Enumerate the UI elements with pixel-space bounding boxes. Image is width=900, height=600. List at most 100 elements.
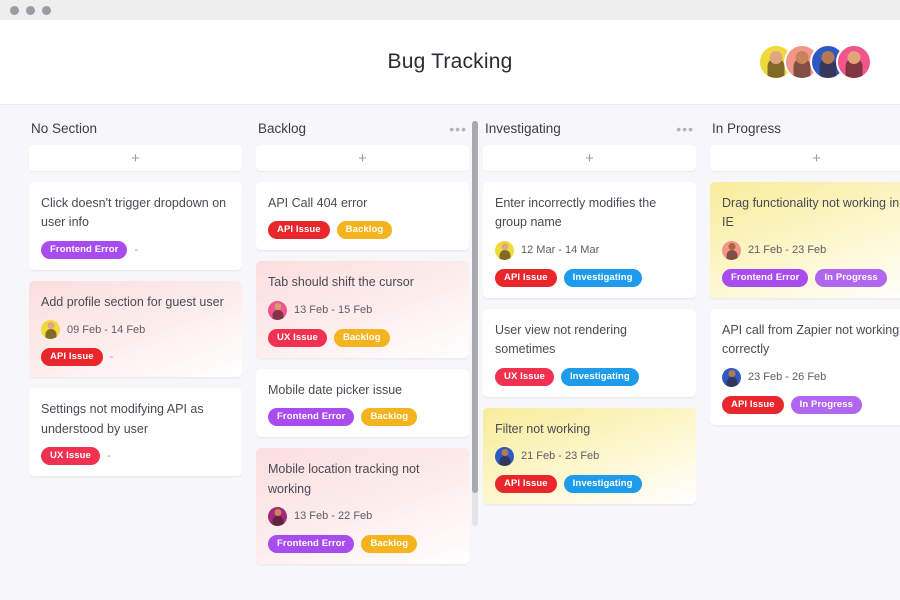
task-card-tags: UX Issue Backlog <box>268 328 457 347</box>
task-card-title: Mobile date picker issue <box>268 382 403 397</box>
assignee-avatar[interactable] <box>41 320 60 340</box>
task-card-title: Settings not modifying API as understood… <box>41 402 204 436</box>
task-tag-placeholder: - <box>109 351 114 364</box>
task-tag[interactable]: Backlog <box>361 408 418 427</box>
assignee-avatar[interactable] <box>268 300 287 320</box>
task-tag[interactable]: Investigating <box>563 268 642 287</box>
assignee-avatar[interactable] <box>495 446 514 466</box>
task-tag[interactable]: API Issue <box>41 348 103 367</box>
avatar[interactable] <box>836 44 872 80</box>
column-title: No Section <box>31 121 98 136</box>
window-minimize-dot[interactable] <box>10 5 19 15</box>
task-card-title: Tab should shift the cursor <box>268 275 414 290</box>
column-title: Backlog <box>258 121 307 136</box>
task-tag-placeholder: - <box>106 449 111 462</box>
board-columns: No Section + Click doesn't trigger dropdow… <box>0 105 900 600</box>
task-card-meta: 21 Feb - 23 Feb <box>495 446 684 466</box>
window-maximize-dot[interactable] <box>26 5 35 15</box>
assignee-avatar[interactable] <box>268 506 287 526</box>
assignee-avatar-head <box>728 242 735 250</box>
task-card-tags: Frontend Error Backlog <box>268 408 457 427</box>
task-tag-placeholder: - <box>134 243 139 256</box>
avatar-head <box>795 51 809 64</box>
task-tag[interactable]: In Progress <box>790 395 863 414</box>
assignee-avatar[interactable] <box>722 367 741 387</box>
task-tag[interactable]: Frontend Error <box>268 408 355 427</box>
task-card-date-range: 13 Feb - 15 Feb <box>294 304 373 317</box>
window-close-dot[interactable] <box>42 5 51 15</box>
task-tag[interactable]: API Issue <box>722 395 784 414</box>
assignee-avatar-body <box>726 249 737 260</box>
task-card-tags: API Issue Backlog <box>268 221 457 240</box>
task-card[interactable]: API call from Zapier not working correct… <box>710 308 900 425</box>
card-list: Click doesn't trigger dropdown on user i… <box>29 182 242 487</box>
assignee-avatar[interactable] <box>722 240 741 260</box>
task-tag[interactable]: In Progress <box>815 268 887 287</box>
window-titlebar <box>0 0 900 20</box>
task-card[interactable]: Settings not modifying API as understood… <box>29 388 242 476</box>
task-tag[interactable]: Investigating <box>560 367 639 386</box>
task-card-tags: UX Issue - <box>41 446 230 465</box>
task-tag[interactable]: UX Issue <box>268 328 327 347</box>
task-card-meta: 21 Feb - 23 Feb <box>722 240 900 260</box>
board-column-in-progress: In Progress•••+ Drag functionality not wo… <box>710 121 900 600</box>
column-scrollbar[interactable] <box>472 121 478 526</box>
column-scrollbar-thumb[interactable] <box>472 121 478 493</box>
task-card[interactable]: API Call 404 error API Issue Backlog <box>256 182 469 251</box>
task-card-title: API Call 404 error <box>268 196 368 210</box>
avatar-head <box>769 51 783 64</box>
task-tag[interactable]: UX Issue <box>495 367 554 386</box>
add-card-button[interactable]: + <box>256 145 469 171</box>
task-card-meta: 13 Feb - 22 Feb <box>268 506 457 526</box>
task-card-date-range: 23 Feb - 26 Feb <box>748 371 827 383</box>
task-card-tags: API Issue Investigating <box>495 474 684 493</box>
task-tag[interactable]: Frontend Error <box>722 268 809 287</box>
task-tag[interactable]: Frontend Error <box>41 240 128 259</box>
task-card-meta: 23 Feb - 26 Feb <box>722 367 900 387</box>
kanban-app: Bug Tracking No Section + Click doesn't tr… <box>0 0 900 600</box>
task-card-tags: Frontend Error - <box>41 240 230 259</box>
avatar-head <box>821 51 835 64</box>
task-card[interactable]: Drag functionality not working in IE 21 F… <box>710 182 900 298</box>
column-more-options-icon[interactable]: ••• <box>676 122 694 136</box>
board-column-backlog: Backlog ••• + API Call 404 error API Issue Ba… <box>256 121 478 600</box>
assignee-avatar-head <box>274 302 281 310</box>
task-tag[interactable]: API Issue <box>495 474 557 493</box>
column-more-options-icon[interactable]: ••• <box>449 122 467 136</box>
task-card-tags: Frontend Error Backlog <box>268 534 457 553</box>
task-tag[interactable]: UX Issue <box>41 446 100 465</box>
task-card-date-range: 09 Feb - 14 Feb <box>67 323 146 336</box>
assignee-avatar-body <box>499 455 510 466</box>
task-card-tags: API Issue Investigating <box>495 268 684 287</box>
task-tag[interactable]: Frontend Error <box>268 534 355 553</box>
task-card[interactable]: Filter not working 21 Feb - 23 Feb API Iss… <box>483 407 696 504</box>
task-card-title: Drag functionality not working in IE <box>722 196 900 230</box>
avatar-head <box>847 51 861 64</box>
task-tag[interactable]: Investigating <box>563 474 642 493</box>
task-card[interactable]: Enter incorrectly modifies the group nam… <box>483 182 696 298</box>
task-card-tags: Frontend Error In Progress <box>722 268 900 287</box>
add-card-button[interactable]: + <box>483 145 696 171</box>
board-column-investigating: Investigating ••• + Enter incorrectly modif… <box>483 121 696 600</box>
assignee-avatar[interactable] <box>495 240 514 260</box>
add-card-button[interactable]: + <box>29 145 242 171</box>
assignee-avatar-body <box>45 329 56 340</box>
task-card[interactable]: Mobile location tracking not working 13 F… <box>256 448 469 564</box>
assignee-avatar-body <box>272 309 283 320</box>
task-tag[interactable]: Backlog <box>361 534 418 553</box>
task-card-meta: 13 Feb - 15 Feb <box>268 300 457 320</box>
add-card-button[interactable]: + <box>710 145 900 171</box>
task-card[interactable]: Mobile date picker issue Frontend Error Ba… <box>256 368 469 438</box>
task-card[interactable]: Tab should shift the cursor 13 Feb - 15 F… <box>256 261 469 358</box>
task-tag[interactable]: API Issue <box>268 221 330 240</box>
task-card-title: API call from Zapier not working correct… <box>722 322 900 357</box>
task-card[interactable]: Click doesn't trigger dropdown on user i… <box>29 182 242 270</box>
column-header: No Section <box>29 121 242 145</box>
task-card-title: Mobile location tracking not working <box>268 462 420 496</box>
task-tag[interactable]: Backlog <box>336 221 393 240</box>
task-card[interactable]: Add profile section for guest user 09 Feb… <box>29 280 242 378</box>
task-tag[interactable]: Backlog <box>333 328 390 347</box>
task-card[interactable]: User view not rendering sometimes UX Issu… <box>483 308 696 397</box>
task-tag[interactable]: API Issue <box>495 268 557 287</box>
task-card-meta: 12 Mar - 14 Mar <box>495 240 684 260</box>
